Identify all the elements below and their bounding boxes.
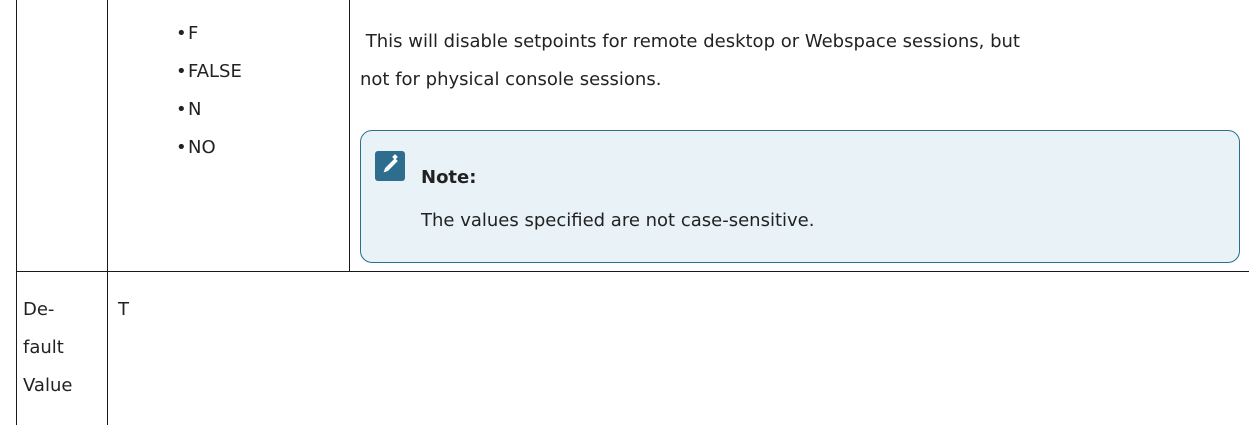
list-item: N bbox=[176, 98, 242, 136]
row-label: fault bbox=[23, 337, 64, 358]
list-item: F bbox=[176, 22, 242, 60]
table-left-border bbox=[16, 0, 17, 425]
table-column-divider bbox=[349, 0, 350, 271]
options-list: F FALSE N NO bbox=[176, 22, 242, 174]
row-label: Value bbox=[23, 375, 73, 396]
pencil-icon bbox=[375, 151, 405, 181]
list-item: FALSE bbox=[176, 60, 242, 98]
note-callout: Note: The values specified are not case-… bbox=[360, 130, 1240, 263]
default-value: T bbox=[118, 299, 129, 320]
table-row-separator bbox=[16, 271, 1249, 272]
row-label: De- bbox=[23, 299, 55, 320]
description-text: This will disable setpoints for remote d… bbox=[360, 31, 1020, 52]
table-column-divider bbox=[107, 0, 108, 425]
note-title: Note: bbox=[421, 167, 477, 188]
description-text: not for physical console sessions. bbox=[360, 69, 662, 90]
list-item: NO bbox=[176, 136, 242, 174]
note-body: The values specified are not case-sensit… bbox=[421, 210, 815, 231]
